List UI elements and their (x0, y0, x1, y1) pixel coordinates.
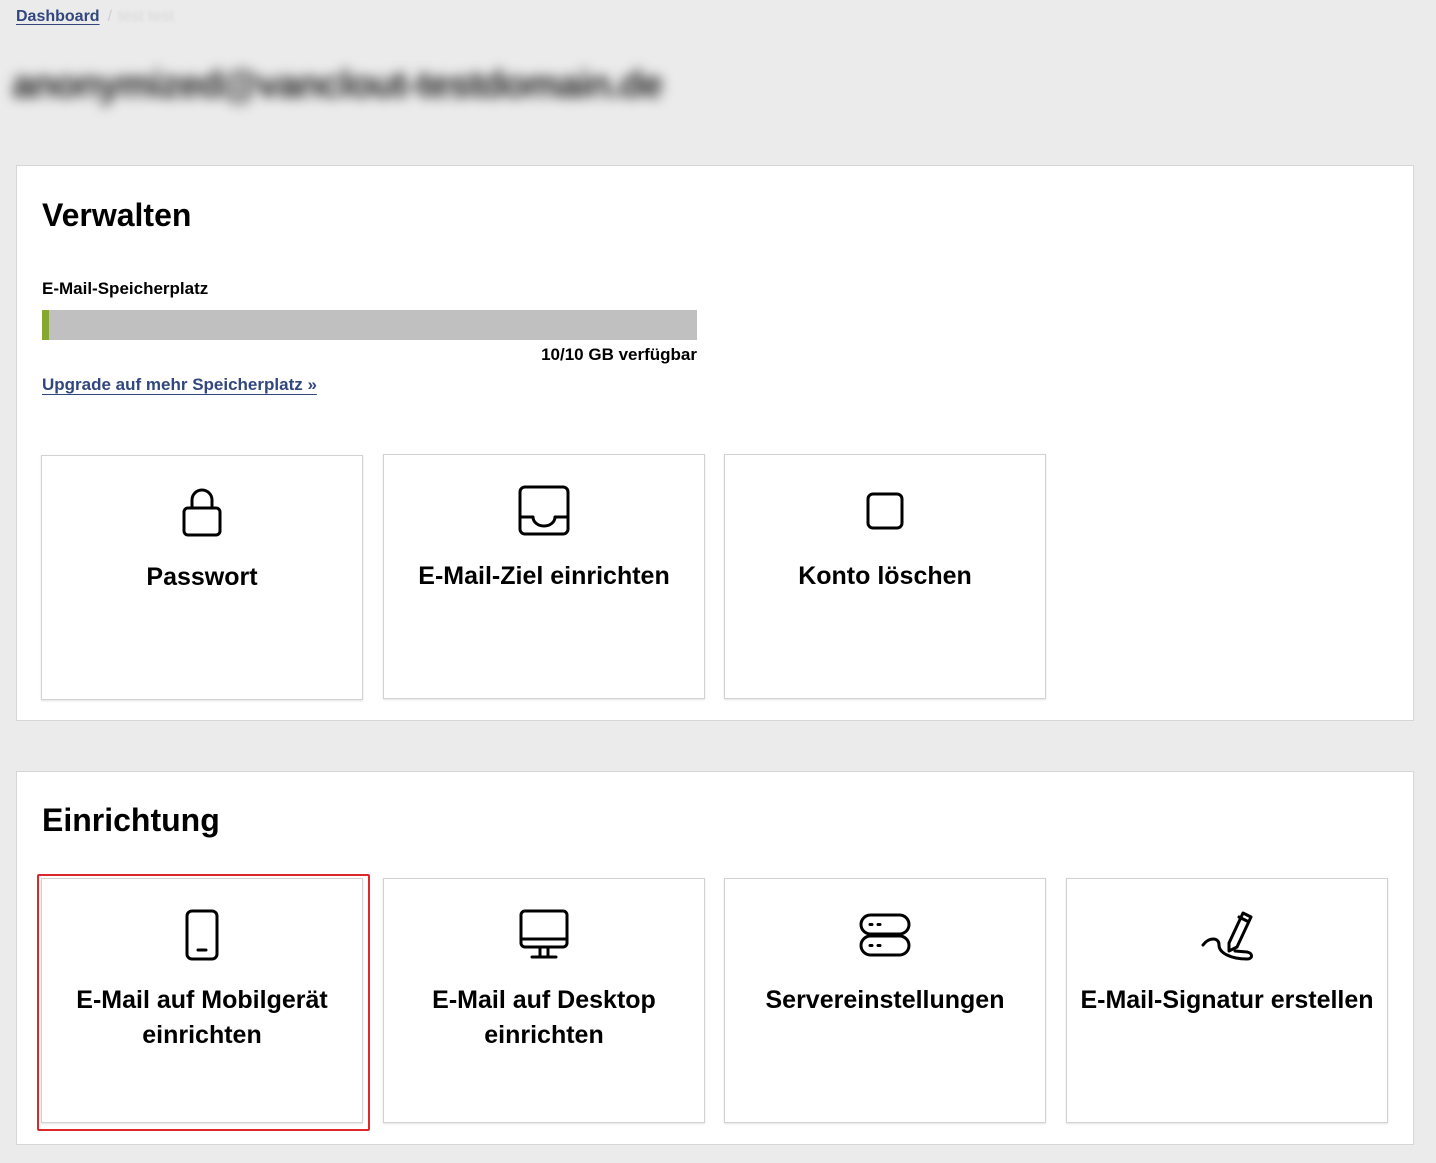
tile-label: E-Mail-Signatur erstellen (1080, 986, 1374, 1014)
tile-label: E-Mail auf Desktop einrichten (432, 986, 656, 1049)
storage-label: E-Mail-Speicherplatz (42, 279, 209, 298)
square-icon (857, 483, 913, 539)
tile-label: Servereinstellungen (765, 986, 1005, 1014)
server-icon (857, 907, 913, 963)
tile-delete-account[interactable]: Konto löschen (724, 454, 1046, 699)
tile-label: E-Mail-Ziel einrichten (418, 562, 670, 590)
tile-label: E-Mail auf Mobilgerät einrichten (76, 986, 328, 1049)
tile-label: Konto löschen (798, 562, 972, 590)
tile-label: Passwort (146, 563, 258, 591)
lock-icon (174, 484, 230, 540)
inbox-icon (516, 483, 572, 539)
breadcrumb-separator: / (107, 8, 113, 25)
storage-available-text: 10/10 GB verfügbar (541, 345, 697, 364)
signature-icon (1199, 907, 1255, 963)
tile-signature[interactable]: E-Mail-Signatur erstellen (1066, 878, 1388, 1123)
monitor-icon (516, 907, 572, 963)
tile-password[interactable]: Passwort (41, 455, 363, 700)
page-title: anonymized@vanclout-testdomain.de (12, 64, 663, 106)
setup-heading: Einrichtung (42, 802, 220, 838)
breadcrumb-current: test test (118, 8, 175, 25)
storage-progress-bar (42, 310, 697, 340)
smartphone-icon (174, 907, 230, 963)
tile-email-destination[interactable]: E-Mail-Ziel einrichten (383, 454, 705, 699)
tile-desktop-setup[interactable]: E-Mail auf Desktop einrichten (383, 878, 705, 1123)
setup-panel: Einrichtung E-Mail auf Mobilgerät einric… (16, 771, 1414, 1145)
tile-server-settings[interactable]: Servereinstellungen (724, 878, 1046, 1123)
tile-mobile-setup[interactable]: E-Mail auf Mobilgerät einrichten (41, 878, 363, 1123)
breadcrumb: Dashboard / test test (16, 8, 174, 26)
breadcrumb-dashboard-link[interactable]: Dashboard (16, 8, 100, 26)
manage-heading: Verwalten (42, 197, 192, 233)
storage-progress-fill (42, 310, 50, 340)
manage-panel: Verwalten E-Mail-Speicherplatz 10/10 GB … (16, 165, 1414, 721)
upgrade-storage-link[interactable]: Upgrade auf mehr Speicherplatz » (42, 375, 317, 395)
